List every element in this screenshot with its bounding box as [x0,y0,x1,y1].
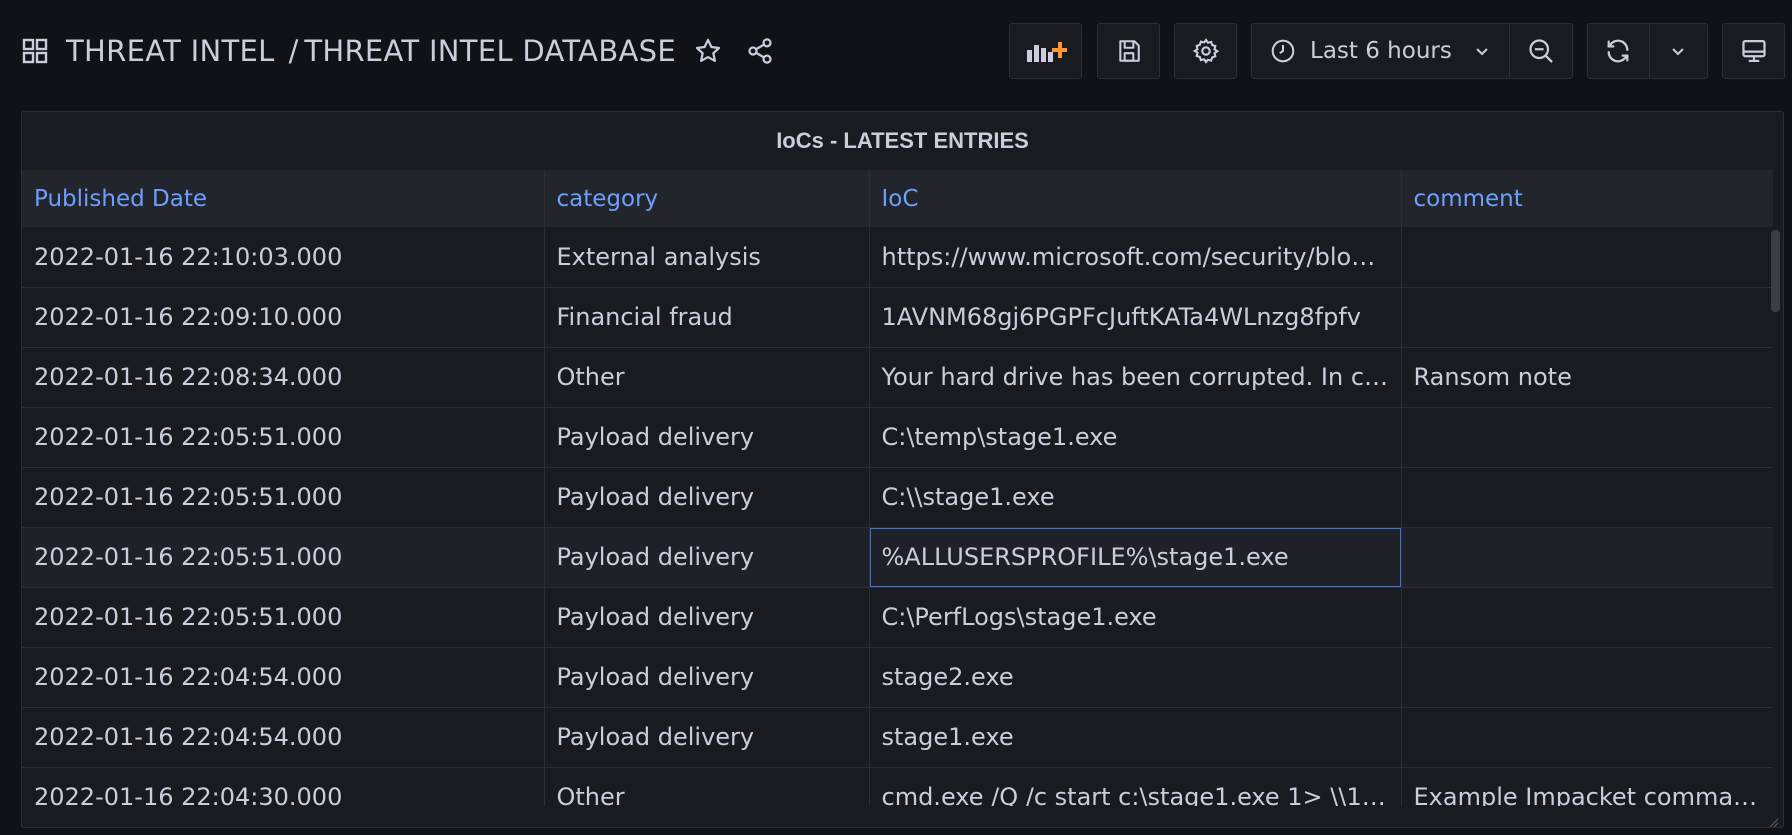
cell-ioc-focused[interactable]: %ALLUSERSPROFILE%\stage1.exe [869,527,1402,588]
refresh-icon [1604,37,1632,65]
star-icon[interactable] [694,37,722,65]
table-row: 2022-01-16 22:04:54.000 Payload delivery… [22,707,1773,768]
cell-category[interactable]: Other [544,767,870,806]
table-row: 2022-01-16 22:09:10.000 Financial fraud … [22,287,1773,348]
dashboard-settings-button[interactable] [1174,23,1237,79]
ioc-table: Published Date category IoC comment 2022… [22,170,1773,806]
cell-ioc[interactable]: 1AVNM68gj6PGPFcJuftKATa4WLnzg8fpfv [869,287,1402,348]
cell-ioc[interactable]: https://www.microsoft.com/security/blog/… [869,227,1402,288]
cell-category[interactable]: Payload delivery [544,587,870,648]
cell-category[interactable]: Payload delivery [544,407,870,468]
table-container: Published Date category IoC comment 2022… [22,170,1783,806]
cell-published-date[interactable]: 2022-01-16 22:10:03.000 [22,227,545,288]
save-icon [1116,38,1142,64]
panel-title[interactable]: IoCs - LATEST ENTRIES [22,112,1783,170]
refresh-picker [1587,23,1708,79]
cell-category[interactable]: External analysis [544,227,870,288]
cell-ioc[interactable]: C:\temp\stage1.exe [869,407,1402,468]
zoom-out-button[interactable] [1510,24,1572,78]
cell-comment[interactable] [1401,467,1773,528]
cell-ioc[interactable]: stage1.exe [869,707,1402,768]
breadcrumb-separator: / [288,34,299,68]
panel-resize-handle[interactable] [1769,813,1779,827]
cell-comment[interactable] [1401,227,1773,288]
share-icon[interactable] [746,37,774,65]
table-row-hovered: 2022-01-16 22:05:51.000 Payload delivery… [22,527,1773,588]
clock-icon [1270,38,1296,64]
cell-comment[interactable] [1401,527,1773,588]
cell-category[interactable]: Payload delivery [544,527,870,588]
cell-published-date[interactable]: 2022-01-16 22:05:51.000 [22,467,545,528]
cell-published-date[interactable]: 2022-01-16 22:04:54.000 [22,647,545,708]
refresh-interval-dropdown[interactable] [1650,24,1707,78]
chevron-down-icon [1474,43,1490,59]
table-row: 2022-01-16 22:05:51.000 Payload delivery… [22,587,1773,648]
cell-published-date[interactable]: 2022-01-16 22:08:34.000 [22,347,545,408]
table-row: 2022-01-16 22:10:03.000 External analysi… [22,227,1773,288]
column-header-comment[interactable]: comment [1401,170,1773,227]
cell-published-date[interactable]: 2022-01-16 22:05:51.000 [22,407,545,468]
time-range-picker: Last 6 hours [1251,23,1573,79]
add-panel-icon [1025,38,1067,64]
table-row: 2022-01-16 22:04:30.000 Other cmd.exe /Q… [22,767,1773,806]
cell-comment[interactable]: Ransom note [1401,347,1773,408]
add-panel-button[interactable] [1009,23,1082,79]
column-header-published-date[interactable]: Published Date [22,170,545,227]
tv-icon [1740,37,1768,65]
cell-comment[interactable] [1401,287,1773,348]
refresh-button[interactable] [1588,24,1650,78]
time-range-label: Last 6 hours [1310,38,1452,64]
cell-ioc[interactable]: stage2.exe [869,647,1402,708]
cell-category[interactable]: Financial fraud [544,287,870,348]
column-header-category[interactable]: category [544,170,870,227]
cell-category[interactable]: Payload delivery [544,707,870,768]
column-header-ioc[interactable]: IoC [869,170,1402,227]
cell-published-date[interactable]: 2022-01-16 22:09:10.000 [22,287,545,348]
table-header-row: Published Date category IoC comment [22,170,1773,227]
cell-comment[interactable] [1401,407,1773,468]
cell-published-date[interactable]: 2022-01-16 22:04:54.000 [22,707,545,768]
save-dashboard-button[interactable] [1097,23,1160,79]
cell-comment[interactable] [1401,647,1773,708]
cell-published-date[interactable]: 2022-01-16 22:05:51.000 [22,587,545,648]
dashboard-navbar: THREAT INTEL / THREAT INTEL DATABASE Las… [0,0,1792,102]
cell-comment[interactable]: Example Impacket command [1401,767,1773,806]
dashboard-title[interactable]: THREAT INTEL DATABASE [304,34,676,68]
ioc-table-panel: IoCs - LATEST ENTRIES Published Date cat… [21,111,1784,828]
cycle-view-mode-button[interactable] [1722,23,1785,79]
table-row: 2022-01-16 22:05:51.000 Payload delivery… [22,467,1773,528]
cell-category[interactable]: Payload delivery [544,647,870,708]
chevron-down-icon [1670,43,1686,59]
dashboard-grid-icon[interactable] [22,38,48,64]
cell-comment[interactable] [1401,587,1773,648]
cell-ioc[interactable]: C:\\stage1.exe [869,467,1402,528]
breadcrumb: THREAT INTEL / THREAT INTEL DATABASE [22,30,774,72]
breadcrumb-folder[interactable]: THREAT INTEL [66,34,275,68]
cell-category[interactable]: Other [544,347,870,408]
table-scrollbar[interactable] [1771,230,1780,312]
cell-ioc[interactable]: C:\PerfLogs\stage1.exe [869,587,1402,648]
cell-published-date[interactable]: 2022-01-16 22:05:51.000 [22,527,545,588]
cell-ioc[interactable]: Your hard drive has been corrupted. In c… [869,347,1402,408]
gear-icon [1192,37,1220,65]
cell-comment[interactable] [1401,707,1773,768]
table-row: 2022-01-16 22:08:34.000 Other Your hard … [22,347,1773,408]
table-row: 2022-01-16 22:05:51.000 Payload delivery… [22,407,1773,468]
cell-category[interactable]: Payload delivery [544,467,870,528]
table-row: 2022-01-16 22:04:54.000 Payload delivery… [22,647,1773,708]
cell-ioc[interactable]: cmd.exe /Q /c start c:\stage1.exe 1> \\1… [869,767,1402,806]
time-range-button[interactable]: Last 6 hours [1252,24,1510,78]
cell-published-date[interactable]: 2022-01-16 22:04:30.000 [22,767,545,806]
zoom-out-icon [1527,37,1555,65]
